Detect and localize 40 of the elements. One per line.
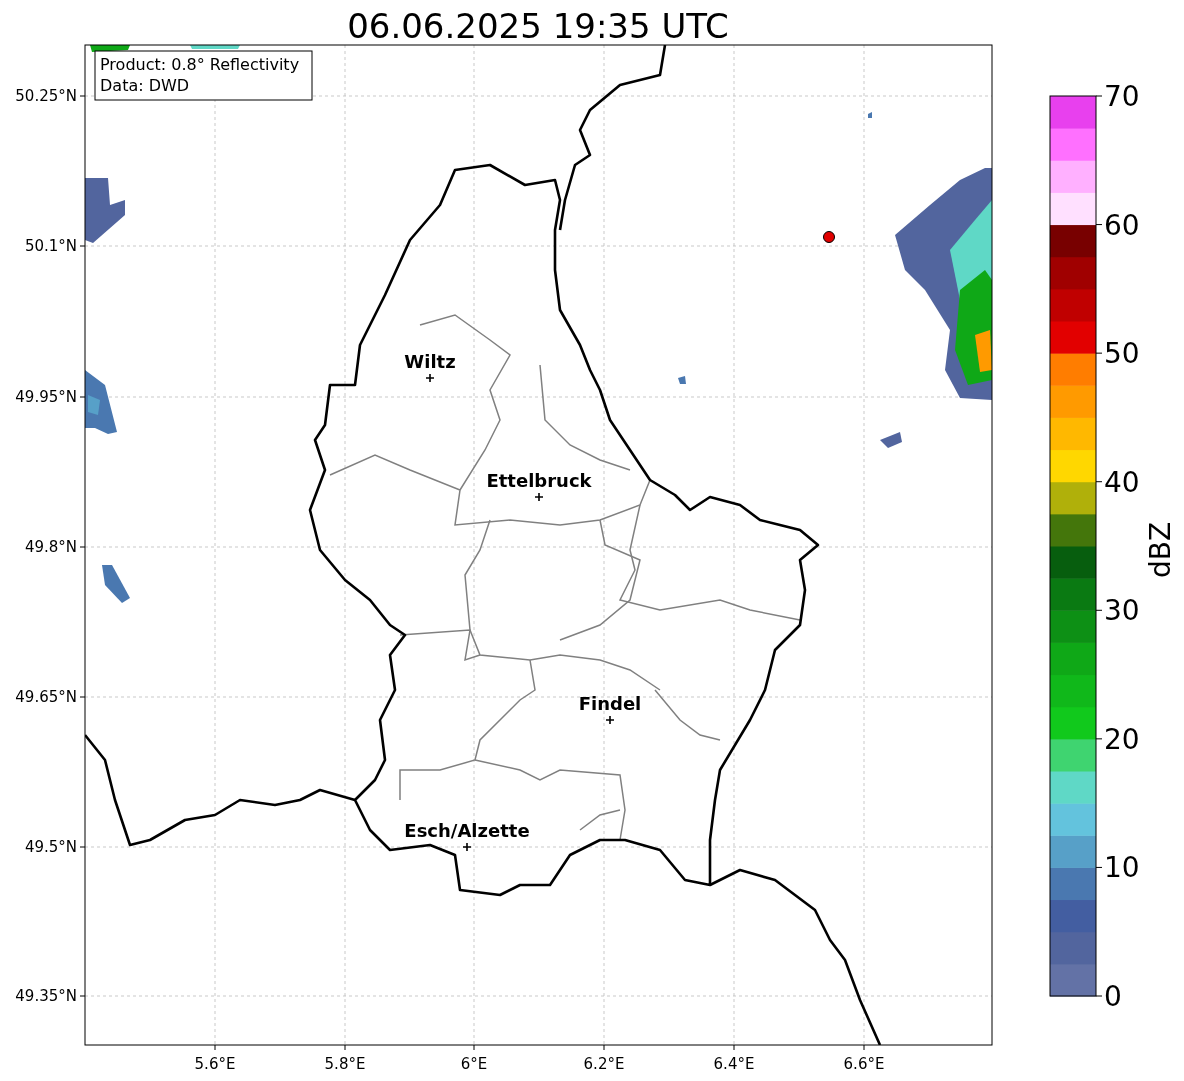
colorbar-tick-label: 0 (1104, 980, 1122, 1013)
radar-echo (678, 376, 686, 384)
x-tick-label: 6.4°E (713, 1055, 755, 1073)
x-tick-label: 6.2°E (583, 1055, 625, 1073)
x-tick-label: 5.6°E (194, 1055, 236, 1073)
colorbar-tick-label: 70 (1104, 80, 1140, 113)
y-tick-label: 49.5°N (24, 838, 77, 856)
x-tick-label: 6.6°E (843, 1055, 885, 1073)
city-marker-icon (605, 715, 615, 725)
y-tick-label: 49.95°N (15, 388, 77, 406)
colorbar-tick-label: 40 (1104, 465, 1140, 499)
y-tick-label: 49.65°N (15, 688, 77, 706)
colorbar-tick-label: 10 (1104, 851, 1140, 885)
city-marker-icon (425, 373, 435, 383)
colorbar-tick-label: 50 (1104, 337, 1140, 371)
info-text: Product: 0.8° Reflectivity (100, 55, 300, 74)
chart-title: 06.06.2025 19:35 UTC (347, 6, 729, 46)
colorbar-label: dBZ (1144, 521, 1177, 579)
city-label: Findel (578, 693, 642, 714)
city-label: Wiltz (404, 351, 456, 372)
radar-site-marker (823, 231, 835, 243)
colorbar-tick-label: 30 (1104, 594, 1140, 628)
radar-echo (880, 432, 902, 448)
y-tick-label: 50.25°N (15, 87, 77, 105)
colorbar-tick-label: 60 (1104, 208, 1140, 242)
colorbar-tick-label: 20 (1104, 722, 1140, 756)
radar-echo (190, 45, 240, 49)
info-text: Data: DWD (100, 76, 190, 95)
x-tick-label: 5.8°E (324, 1055, 366, 1073)
radar-echo (868, 112, 872, 118)
city-marker-icon (534, 492, 544, 502)
city-label: Ettelbruck (486, 470, 592, 491)
radar-echo (85, 178, 125, 243)
radar-echo (102, 565, 130, 603)
y-tick-label: 49.35°N (15, 987, 77, 1005)
city-marker-icon (462, 842, 472, 852)
x-tick-label: 6°E (460, 1055, 488, 1073)
y-tick-label: 49.8°N (24, 538, 77, 556)
city-label: Esch/Alzette (404, 820, 530, 841)
y-tick-label: 50.1°N (24, 237, 77, 255)
